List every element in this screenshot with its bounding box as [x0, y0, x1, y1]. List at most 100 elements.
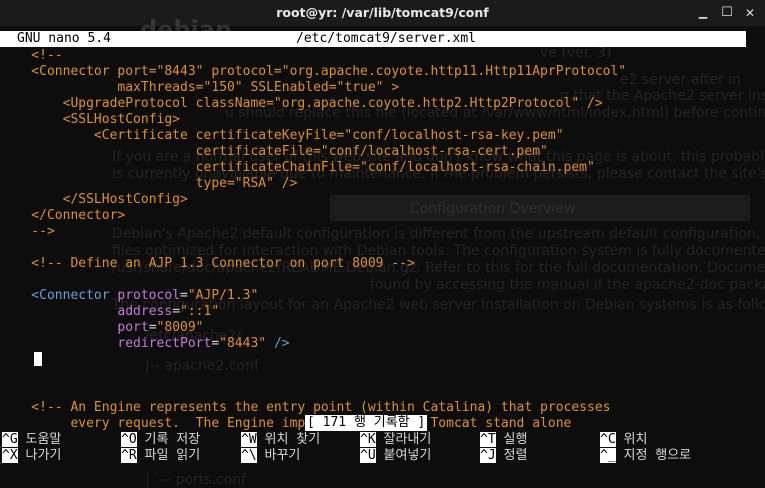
background-text-line: e2 server after in: [620, 72, 742, 88]
editor-line: port="8009": [0, 320, 204, 336]
background-text-line: ve (ver. 3): [540, 45, 612, 61]
shortcut-item[interactable]: ^U 붙여넣기: [360, 448, 431, 464]
code-token: <!-- Define an AJP 1.3 Connector on port…: [0, 256, 415, 271]
code-token: address: [0, 304, 173, 319]
code-token: =: [148, 320, 157, 335]
shortcut-key: ^O: [121, 432, 137, 447]
code-token: maxThreads="150" SSLEnabled="true" >: [0, 80, 400, 95]
nano-version: GNU nano 5.4: [17, 31, 111, 46]
shortcut-item[interactable]: ^G 도움말: [2, 432, 61, 448]
code-token: =: [172, 304, 181, 319]
nano-filename: /etc/tomcat9/server.xml: [296, 31, 477, 46]
text-cursor: [34, 352, 42, 366]
code-token: </SSLHostConfig>: [0, 192, 188, 207]
editor-line: type="RSA" />: [0, 176, 298, 192]
code-token: redirectPort: [0, 336, 212, 351]
shortcut-item[interactable]: ^T 실행: [480, 432, 527, 448]
shortcut-item[interactable]: ^X 나가기: [2, 448, 61, 464]
editor-line: -->: [0, 224, 55, 240]
shortcut-label: 도움말: [17, 432, 62, 447]
editor-line: maxThreads="150" SSLEnabled="true" >: [0, 80, 399, 96]
code-token: <Connector port="8443" protocol="org.apa…: [0, 64, 627, 79]
shortcut-label: 바꾸기: [256, 448, 301, 463]
shortcut-item[interactable]: ^\ 바꾸기: [241, 448, 300, 464]
shortcut-label: 파일 읽기: [136, 448, 201, 463]
code-token: port: [0, 320, 149, 335]
minimize-icon[interactable]: ▁: [694, 4, 712, 22]
code-token: </Connector>: [0, 208, 126, 223]
editor-line: <Connector port="8443" protocol="org.apa…: [0, 64, 626, 80]
background-text-line: found by accessing the manual if the apa…: [370, 277, 765, 293]
code-token: certificateChainFile="conf/localhost-rsa…: [0, 160, 595, 175]
code-token: =: [180, 288, 188, 303]
code-token: -->: [0, 224, 55, 239]
terminal-area[interactable]: debian ve (ver. 3) e2 server after in g th…: [0, 16, 765, 488]
shortcut-item[interactable]: ^O 기록 저장: [121, 432, 200, 448]
editor-line: <Connector protocol="AJP/1.3": [0, 288, 258, 304]
shortcut-label: 위치 찾기: [256, 432, 321, 447]
editor-line: <UpgradeProtocol className="org.apache.c…: [0, 96, 603, 112]
code-token: <SSLHostConfig>: [0, 112, 181, 127]
status-message: [ 171 행 기록함 ]: [305, 415, 428, 431]
editor-line: </Connector>: [0, 208, 125, 224]
editor-line: certificateChainFile="conf/localhost-rsa…: [0, 160, 595, 176]
code-token: =: [211, 336, 220, 351]
background-text-line: |-- apache2.conf: [145, 358, 259, 374]
editor-line: <Certificate certificateKeyFile="conf/lo…: [0, 128, 564, 144]
code-token: every request. The Engine implementation…: [0, 416, 572, 431]
shortcut-key: ^J: [480, 448, 496, 463]
editor-line: every request. The Engine implementation…: [0, 416, 571, 432]
code-token: "::1": [180, 304, 220, 319]
code-token: <Certificate certificateKeyFile="conf/lo…: [0, 128, 564, 143]
shortcut-key: ^W: [241, 432, 257, 447]
window-title: root@yr: /var/lib/tomcat9/conf: [276, 5, 489, 20]
code-token: certificateFile="conf/localhost-rsa-cert…: [0, 144, 548, 159]
shortcut-key: ^_: [600, 448, 616, 463]
maximize-icon[interactable]: ☐: [718, 4, 736, 22]
shortcut-label: 지정 행으로: [615, 448, 692, 463]
nano-header: GNU nano 5.4 /etc/tomcat9/server.xml: [0, 31, 746, 47]
editor-line: address="::1": [0, 304, 219, 320]
code-token: type="RSA" />: [0, 176, 298, 191]
shortcut-label: 기록 저장: [136, 432, 201, 447]
window-titlebar[interactable]: root@yr: /var/lib/tomcat9/conf ▁ ☐ ✕: [0, 0, 765, 26]
code-token: <Connector: [0, 288, 118, 303]
shortcut-label: 잘라내기: [375, 432, 432, 447]
code-token: protocol: [117, 288, 181, 303]
close-icon[interactable]: ✕: [741, 4, 759, 22]
editor-line: <!--: [0, 48, 63, 64]
code-token: <!--: [0, 48, 63, 63]
editor-line: <SSLHostConfig>: [0, 112, 180, 128]
background-text-line: | `-- ports.conf: [145, 472, 247, 488]
code-token: />: [266, 336, 290, 351]
background-text-line: Configuration Overview: [410, 201, 576, 217]
code-token: "AJP/1.3": [187, 288, 259, 303]
editor-line: certificateFile="conf/localhost-rsa-cert…: [0, 144, 548, 160]
editor-line: <!-- An Engine represents the entry poin…: [0, 400, 610, 416]
shortcut-item[interactable]: ^C 위치: [600, 432, 647, 448]
shortcut-key: ^T: [480, 432, 496, 447]
code-token: <!-- An Engine represents the entry poin…: [0, 400, 611, 415]
shortcut-key: ^K: [360, 432, 376, 447]
shortcut-label: 정렬: [495, 448, 528, 463]
shortcut-item[interactable]: ^J 정렬: [480, 448, 527, 464]
code-token: "8443": [219, 336, 267, 351]
shortcut-key: ^C: [600, 432, 616, 447]
code-token: "8009": [156, 320, 204, 335]
code-token: <UpgradeProtocol className="org.apache.c…: [0, 96, 603, 111]
shortcut-item[interactable]: ^R 파일 읽기: [121, 448, 200, 464]
shortcut-label: 위치: [615, 432, 648, 447]
editor-line: <!-- Define an AJP 1.3 Connector on port…: [0, 256, 415, 272]
shortcut-item[interactable]: ^K 잘라내기: [360, 432, 431, 448]
shortcut-key: ^\: [241, 448, 257, 463]
shortcut-item[interactable]: ^_ 지정 행으로: [600, 448, 691, 464]
shortcut-key: ^X: [2, 448, 18, 463]
shortcut-label: 붙여넣기: [375, 448, 432, 463]
shortcut-label: 실행: [495, 432, 528, 447]
shortcut-key: ^R: [121, 448, 137, 463]
shortcut-key: ^U: [360, 448, 376, 463]
editor-line: </SSLHostConfig>: [0, 192, 188, 208]
shortcut-label: 나가기: [17, 448, 62, 463]
shortcut-key: ^G: [2, 432, 18, 447]
shortcut-item[interactable]: ^W 위치 찾기: [241, 432, 320, 448]
